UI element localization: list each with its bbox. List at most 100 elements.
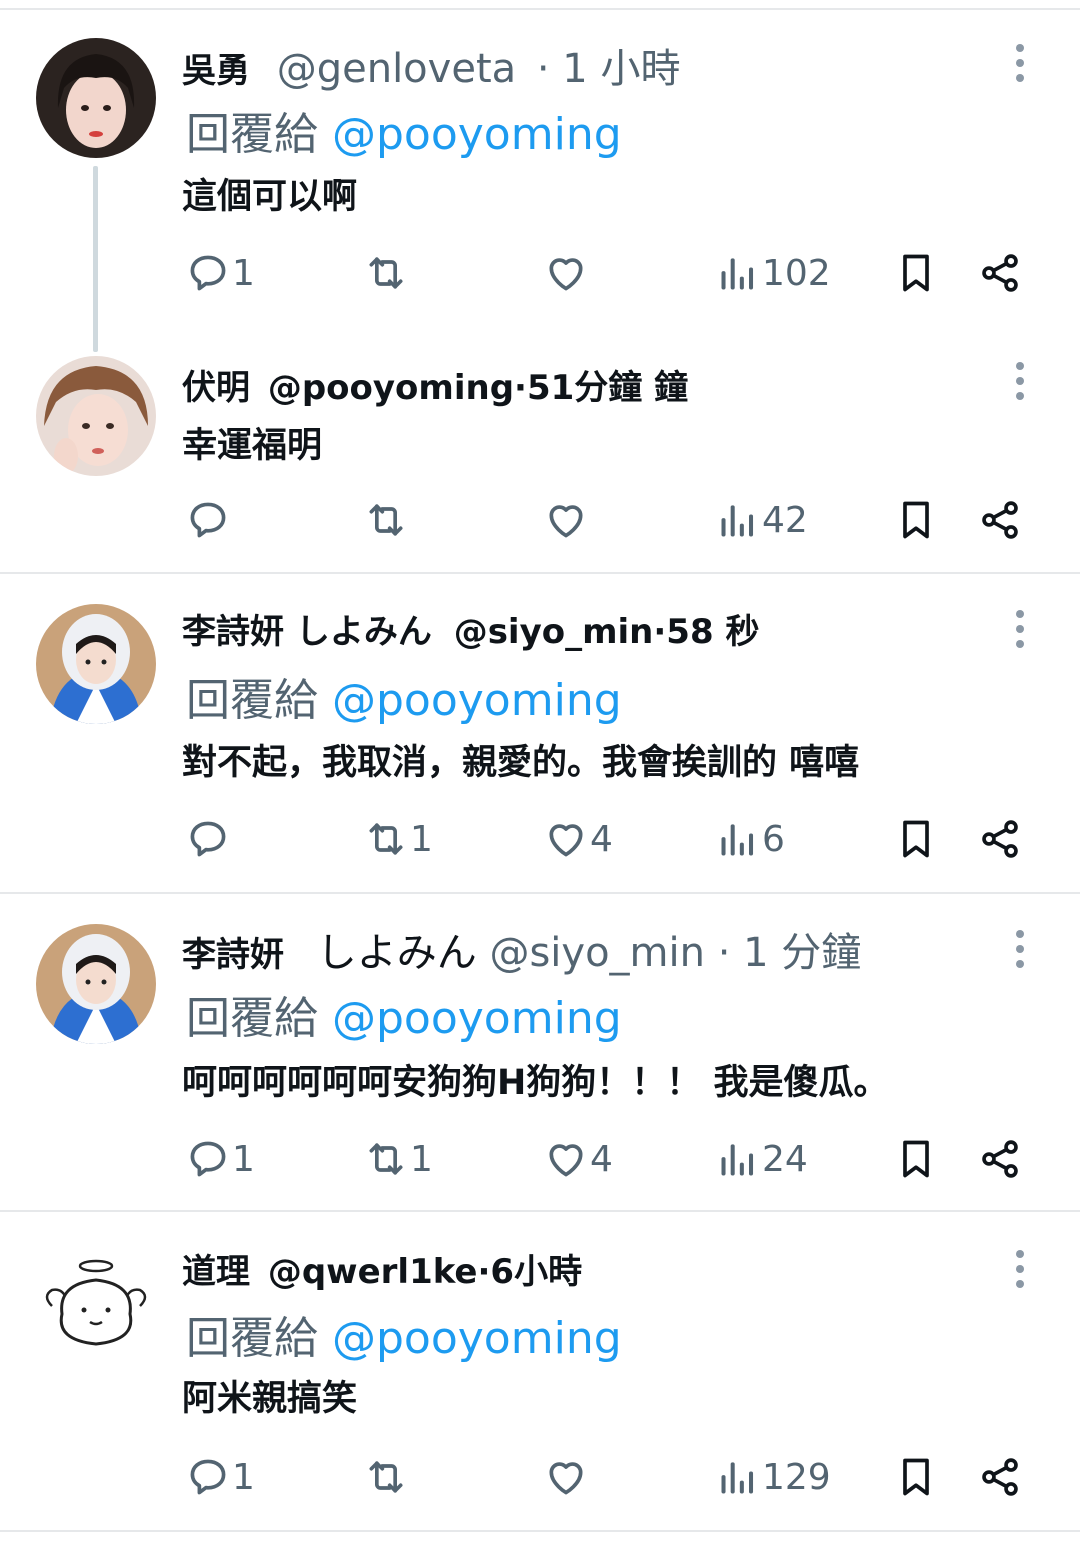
reply-count: 1 xyxy=(232,1138,255,1180)
timestamp[interactable]: · 1 分鐘 xyxy=(718,930,862,976)
heart-icon xyxy=(544,817,588,861)
views-button[interactable]: 24 xyxy=(716,1134,808,1184)
reply-button[interactable] xyxy=(186,814,232,864)
reply-feed: 吳勇 @genloveta · 1 小時 回覆給 @pooyoming 這個可以… xyxy=(0,0,1080,1545)
heart-icon xyxy=(544,251,588,295)
bottom-divider xyxy=(0,1530,1080,1532)
like-button[interactable]: 4 xyxy=(544,814,613,864)
user-handle[interactable]: @siyo_min xyxy=(489,930,705,976)
like-button[interactable]: 4 xyxy=(544,1134,613,1184)
bookmark-icon xyxy=(894,498,938,542)
user-handle[interactable]: @siyo_min xyxy=(454,612,654,652)
retweet-button[interactable]: 1 xyxy=(364,1134,433,1184)
like-button[interactable] xyxy=(544,1452,590,1502)
timestamp[interactable]: ·51分鐘 鐘 xyxy=(514,368,688,408)
reply-count: 1 xyxy=(232,1456,255,1498)
retweet-button[interactable] xyxy=(364,248,410,298)
more-vertical-icon[interactable] xyxy=(1012,362,1028,402)
tweet-text: 對不起，我取消，親愛的。我會挨訓的 嘻嘻 xyxy=(182,743,860,783)
comment-bubble-icon xyxy=(186,251,230,295)
reply-button[interactable]: 1 xyxy=(186,1452,255,1502)
reply-button[interactable] xyxy=(186,495,232,545)
more-vertical-icon[interactable] xyxy=(1012,610,1028,650)
views-button[interactable]: 129 xyxy=(716,1452,831,1502)
reply-handle-link[interactable]: @pooyoming xyxy=(332,109,622,160)
reply-handle-link[interactable]: @pooyoming xyxy=(332,675,622,726)
bookmark-button[interactable] xyxy=(894,1452,938,1502)
share-button[interactable] xyxy=(978,814,1022,864)
like-button[interactable] xyxy=(544,248,590,298)
avatar[interactable] xyxy=(36,924,156,1044)
tweet-qwerl1ke[interactable]: 道理 @qwerl1ke·6小時 回覆給 @pooyoming 阿米親搞笑 11… xyxy=(0,1212,1080,1530)
avatar[interactable] xyxy=(36,38,156,158)
timestamp[interactable]: · 1 小時 xyxy=(537,46,681,92)
bookmark-icon xyxy=(894,1455,938,1499)
display-name[interactable]: 道理 xyxy=(182,1252,250,1292)
avatar[interactable] xyxy=(36,356,156,476)
reply-handle-link[interactable]: @pooyoming xyxy=(332,1313,622,1364)
more-vertical-icon[interactable] xyxy=(1012,44,1028,84)
reply-label: 回覆給 xyxy=(186,993,318,1044)
reply-label: 回覆給 xyxy=(186,109,318,160)
tweet-header: 李詩妍 しよみん @siyo_min·58 秒 xyxy=(182,604,759,653)
avatar[interactable] xyxy=(36,1248,156,1368)
display-name[interactable]: 李詩妍 しよみん xyxy=(182,612,432,652)
reply-handle-link[interactable]: @pooyoming xyxy=(332,993,622,1044)
share-button[interactable] xyxy=(978,1452,1022,1502)
tweet-siyo-min-1[interactable]: 李詩妍 しよみん @siyo_min·58 秒 回覆給 @pooyoming 對… xyxy=(0,574,1080,892)
comment-bubble-icon xyxy=(186,1455,230,1499)
timestamp[interactable]: ·6小時 xyxy=(478,1252,583,1292)
views-count: 129 xyxy=(762,1456,831,1498)
reply-context: 回覆給 @pooyoming xyxy=(186,1302,622,1366)
reply-label: 回覆給 xyxy=(186,675,318,726)
views-button[interactable]: 102 xyxy=(716,248,831,298)
user-handle[interactable]: @genloveta xyxy=(277,46,516,92)
tweet-text: 阿米親搞笑 xyxy=(182,1379,358,1419)
heart-icon xyxy=(544,498,588,542)
views-count: 24 xyxy=(762,1138,808,1180)
share-button[interactable] xyxy=(978,495,1022,545)
share-icon xyxy=(978,498,1022,542)
views-button[interactable]: 6 xyxy=(716,814,785,864)
user-handle[interactable]: @qwerl1ke xyxy=(268,1252,478,1292)
share-button[interactable] xyxy=(978,248,1022,298)
bookmark-button[interactable] xyxy=(894,814,938,864)
share-icon xyxy=(978,1455,1022,1499)
like-count: 4 xyxy=(590,818,613,860)
tweet-genloveta[interactable]: 吳勇 @genloveta · 1 小時 回覆給 @pooyoming 這個可以… xyxy=(0,0,1080,352)
bar-chart-icon xyxy=(716,251,760,295)
bookmark-button[interactable] xyxy=(894,1134,938,1184)
reply-button[interactable]: 1 xyxy=(186,1134,255,1184)
share-icon xyxy=(978,817,1022,861)
retweet-button[interactable]: 1 xyxy=(364,814,433,864)
user-handle[interactable]: @pooyoming xyxy=(268,368,514,408)
tweet-header: 伏明 @pooyoming·51分鐘 鐘 xyxy=(182,360,688,409)
tweet-actions: 1 129 xyxy=(0,1452,1080,1502)
share-button[interactable] xyxy=(978,1134,1022,1184)
display-name[interactable]: 吳勇 xyxy=(182,51,250,91)
heart-icon xyxy=(544,1455,588,1499)
retweet-button[interactable] xyxy=(364,495,410,545)
display-name[interactable]: 李詩妍 xyxy=(182,935,284,975)
retweet-button[interactable] xyxy=(364,1452,410,1502)
more-vertical-icon[interactable] xyxy=(1012,1250,1028,1290)
tweet-actions: 1 4 6 xyxy=(0,814,1080,864)
retweet-icon xyxy=(364,817,408,861)
views-button[interactable]: 42 xyxy=(716,495,808,545)
timestamp[interactable]: ·58 秒 xyxy=(653,612,759,652)
share-icon xyxy=(978,251,1022,295)
tweet-siyo-min-2[interactable]: 李詩妍 しよみん @siyo_min · 1 分鐘 回覆給 @pooyoming… xyxy=(0,894,1080,1210)
retweet-icon xyxy=(364,1455,408,1499)
like-button[interactable] xyxy=(544,495,590,545)
more-vertical-icon[interactable] xyxy=(1012,930,1028,970)
reply-button[interactable]: 1 xyxy=(186,248,255,298)
tweet-pooyoming[interactable]: 伏明 @pooyoming·51分鐘 鐘 幸運福明 42 xyxy=(0,340,1080,572)
bookmark-button[interactable] xyxy=(894,495,938,545)
like-count: 4 xyxy=(590,1138,613,1180)
tweet-header: 李詩妍 しよみん @siyo_min · 1 分鐘 xyxy=(182,920,861,978)
display-name[interactable]: 伏明 xyxy=(182,368,250,408)
display-name-secondary[interactable]: しよみん xyxy=(317,930,477,976)
retweet-icon xyxy=(364,498,408,542)
bookmark-button[interactable] xyxy=(894,248,938,298)
avatar[interactable] xyxy=(36,604,156,724)
